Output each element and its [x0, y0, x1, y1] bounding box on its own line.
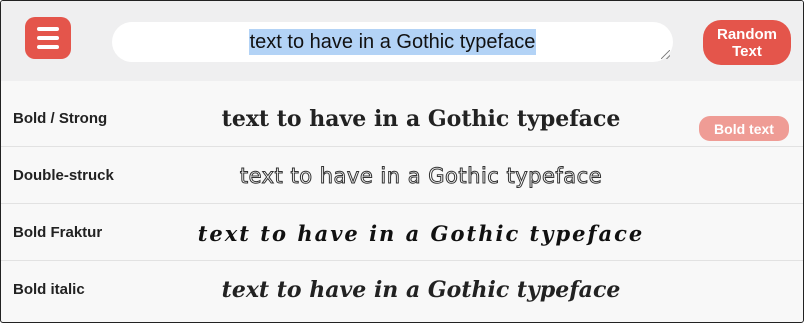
font-row-bold[interactable]: Bold / Strong text to have in a Gothic t… — [1, 91, 803, 147]
font-row-label: Bold italic — [13, 281, 85, 298]
font-row-sample[interactable]: text to have in a Gothic typeface — [151, 205, 691, 261]
hamburger-menu-icon — [37, 27, 59, 31]
font-row-sample[interactable]: text to have in a Gothic typeface — [151, 148, 691, 204]
menu-button[interactable] — [25, 17, 71, 59]
random-text-button[interactable]: Random Text — [703, 20, 791, 65]
font-row-sample[interactable]: text to have in a Gothic typeface — [151, 91, 691, 147]
bold-text-badge[interactable]: Bold text — [699, 116, 789, 141]
font-row-bold-fraktur[interactable]: Bold Fraktur text to have in a Gothic ty… — [1, 205, 803, 261]
font-row-sample[interactable]: text to have in a Gothic typeface — [151, 262, 691, 318]
font-row-bold-italic[interactable]: Bold italic text to have in a Gothic typ… — [1, 262, 803, 318]
top-bar: text to have in a Gothic typeface Random… — [1, 1, 803, 81]
text-input[interactable]: text to have in a Gothic typeface — [112, 22, 673, 62]
font-row-label: Bold / Strong — [13, 110, 108, 127]
resize-grip-icon[interactable] — [661, 50, 670, 59]
hamburger-menu-icon-bar — [37, 36, 59, 40]
text-input-value[interactable]: text to have in a Gothic typeface — [248, 29, 537, 55]
font-row-label: Bold Fraktur — [13, 224, 103, 241]
font-row-double-struck[interactable]: Double-struck text to have in a Gothic t… — [1, 148, 803, 204]
font-row-label: Double-struck — [13, 167, 114, 184]
hamburger-menu-icon-bar — [37, 45, 59, 49]
app-frame: text to have in a Gothic typeface Random… — [0, 0, 804, 323]
